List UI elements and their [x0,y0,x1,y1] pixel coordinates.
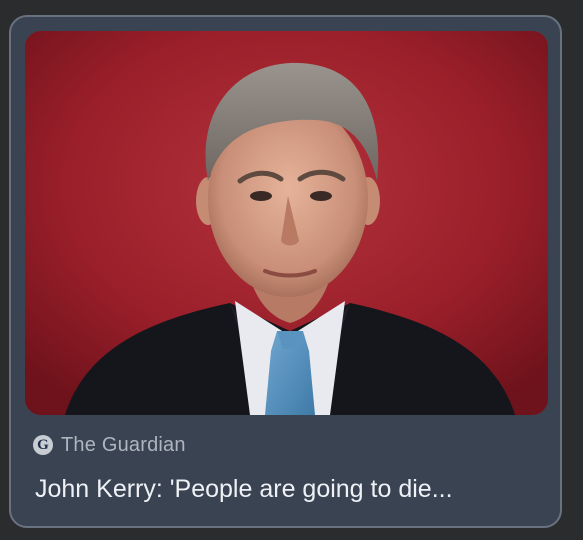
source-row[interactable]: G The Guardian [33,432,186,458]
portrait-image [25,31,548,415]
article-thumbnail[interactable] [25,31,548,415]
source-name: The Guardian [61,433,186,456]
guardian-logo-icon: G [33,435,53,455]
article-headline[interactable]: John Kerry: 'People are going to die... [35,475,545,504]
news-card[interactable]: G The Guardian John Kerry: 'People are g… [9,15,562,528]
